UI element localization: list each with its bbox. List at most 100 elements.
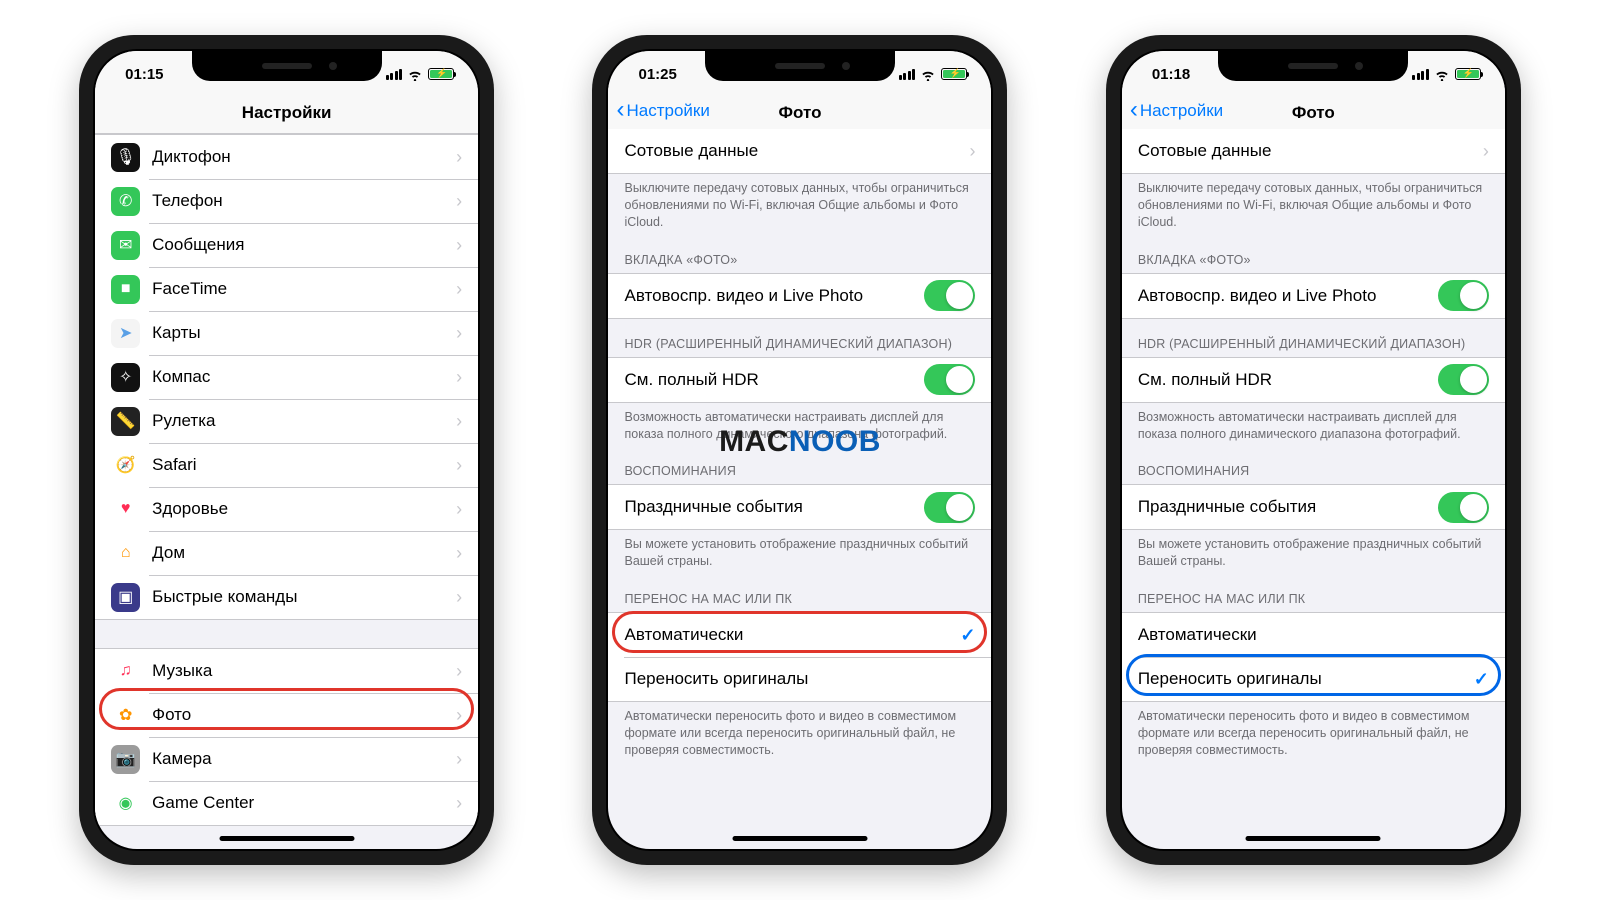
autoplay-row[interactable]: Автовоспр. видео и Live Photo [608,274,991,318]
chevron-right-icon: › [456,705,462,726]
page-title: Настройки [242,103,332,122]
settings-row-телефон[interactable]: ✆Телефон› [95,179,478,223]
transfer-footer: Автоматически переносить фото и видео в … [608,702,991,763]
cell-label: Дом [152,543,456,563]
cell-label: Праздничные события [624,497,924,517]
status-time: 01:15 [125,66,163,83]
toggle-on[interactable] [924,492,975,523]
status-time: 01:25 [638,66,676,83]
hdr-footer: Возможность автоматически настраивать ди… [1122,403,1505,447]
settings-list[interactable]: 🎙Диктофон›✆Телефон›✉︎Сообщения›■FaceTime… [95,134,478,846]
cell-label: Диктофон [152,147,456,167]
app-icon: ◉ [111,789,140,818]
transfer-originals-row[interactable]: Переносить оригиналы [608,657,991,701]
page-title: Фото [779,103,822,122]
phone-1: 01:15 Настройки 🎙Диктофон›✆Телефон›✉︎Соо… [79,35,494,865]
toggle-on[interactable] [1438,492,1489,523]
chevron-right-icon: › [969,141,975,162]
chevron-right-icon: › [456,279,462,300]
settings-row-карты[interactable]: ➤Карты› [95,311,478,355]
photo-settings[interactable]: Сотовые данные › Выключите передачу сото… [608,128,991,840]
back-label: Настройки [626,101,709,121]
page-title: Фото [1292,103,1335,122]
holidays-row[interactable]: Праздничные события [608,485,991,529]
section-hdr: HDR (РАСШИРЕННЫЙ ДИНАМИЧЕСКИЙ ДИАПАЗОН) [1122,319,1505,357]
settings-row-рулетка[interactable]: 📏Рулетка› [95,399,478,443]
cell-label: FaceTime [152,279,456,299]
settings-row-компас[interactable]: ✧Компас› [95,355,478,399]
chevron-right-icon: › [456,455,462,476]
cell-label: Карты [152,323,456,343]
wifi-icon [920,68,936,80]
section-transfer: ПЕРЕНОС НА MAC ИЛИ ПК [1122,574,1505,612]
toggle-on[interactable] [1438,364,1489,395]
cellular-footer: Выключите передачу сотовых данных, чтобы… [1122,174,1505,235]
settings-row-здоровье[interactable]: ♥Здоровье› [95,487,478,531]
cell-label: Сотовые данные [624,141,969,161]
settings-row-сообщения[interactable]: ✉︎Сообщения› [95,223,478,267]
chevron-right-icon: › [456,191,462,212]
checkmark-icon: ✓ [1474,669,1489,690]
toggle-on[interactable] [924,364,975,395]
toggle-on[interactable] [1438,280,1489,311]
photo-settings[interactable]: Сотовые данные › Выключите передачу сото… [1122,128,1505,840]
app-icon: ♫ [111,657,140,686]
notch [1218,51,1408,81]
chevron-right-icon: › [1483,141,1489,162]
nav-bar: Настройки [95,97,478,134]
transfer-originals-row[interactable]: Переносить оригиналы ✓ [1122,657,1505,701]
section-hdr: HDR (РАСШИРЕННЫЙ ДИНАМИЧЕСКИЙ ДИАПАЗОН) [608,319,991,357]
cell-label: Телефон [152,191,456,211]
app-icon: 📏 [111,407,140,436]
notch [192,51,382,81]
transfer-automatic-row[interactable]: Автоматически [1122,613,1505,657]
transfer-automatic-row[interactable]: Автоматически ✓ [608,613,991,657]
cell-label: Переносить оригиналы [624,669,975,689]
cell-label: Game Center [152,793,456,813]
cell-label: Быстрые команды [152,587,456,607]
cellular-data-row[interactable]: Сотовые данные › [1122,129,1505,173]
app-icon: 📷 [111,745,140,774]
settings-row-game-center[interactable]: ◉Game Center› [95,781,478,825]
home-indicator[interactable] [1246,836,1381,841]
status-time: 01:18 [1152,66,1190,83]
app-icon: ➤ [111,319,140,348]
chevron-right-icon: › [456,235,462,256]
back-button[interactable]: ‹ Настройки [616,101,709,121]
settings-row-facetime[interactable]: ■FaceTime› [95,267,478,311]
cell-label: Автоматически [1138,625,1489,645]
holidays-row[interactable]: Праздничные события [1122,485,1505,529]
section-transfer: ПЕРЕНОС НА MAC ИЛИ ПК [608,574,991,612]
settings-row-быстрые-команды[interactable]: ▣Быстрые команды› [95,575,478,619]
home-indicator[interactable] [732,836,867,841]
back-button[interactable]: ‹ Настройки [1130,101,1223,121]
wifi-icon [1434,68,1450,80]
chevron-right-icon: › [456,411,462,432]
cell-label: Автовоспр. видео и Live Photo [624,286,924,306]
cell-label: Автовоспр. видео и Live Photo [1138,286,1438,306]
settings-row-музыка[interactable]: ♫Музыка› [95,649,478,693]
app-icon: ✿ [111,701,140,730]
app-icon: ⌂ [111,539,140,568]
chevron-right-icon: › [456,367,462,388]
settings-row-диктофон[interactable]: 🎙Диктофон› [95,135,478,179]
cellular-data-row[interactable]: Сотовые данные › [608,129,991,173]
cell-label: Камера [152,749,456,769]
settings-row-safari[interactable]: 🧭Safari› [95,443,478,487]
autoplay-row[interactable]: Автовоспр. видео и Live Photo [1122,274,1505,318]
settings-row-фото[interactable]: ✿ Фото› [95,693,478,737]
phone-2: MACNOOB 01:25 ‹ Настройки Фото Сотовые д… [592,35,1007,865]
section-memories: ВОСПОМИНАНИЯ [1122,446,1505,484]
hdr-row[interactable]: См. полный HDR [1122,358,1505,402]
cell-label: Музыка [152,661,456,681]
wifi-icon [407,68,423,80]
section-photo-tab: ВКЛАДКА «ФОТО» [1122,235,1505,273]
chevron-right-icon: › [456,147,462,168]
home-indicator[interactable] [219,836,354,841]
settings-row-камера[interactable]: 📷Камера› [95,737,478,781]
hdr-row[interactable]: См. полный HDR [608,358,991,402]
settings-row-дом[interactable]: ⌂Дом› [95,531,478,575]
cell-label: Фото [152,705,456,725]
battery-icon [941,68,967,80]
toggle-on[interactable] [924,280,975,311]
